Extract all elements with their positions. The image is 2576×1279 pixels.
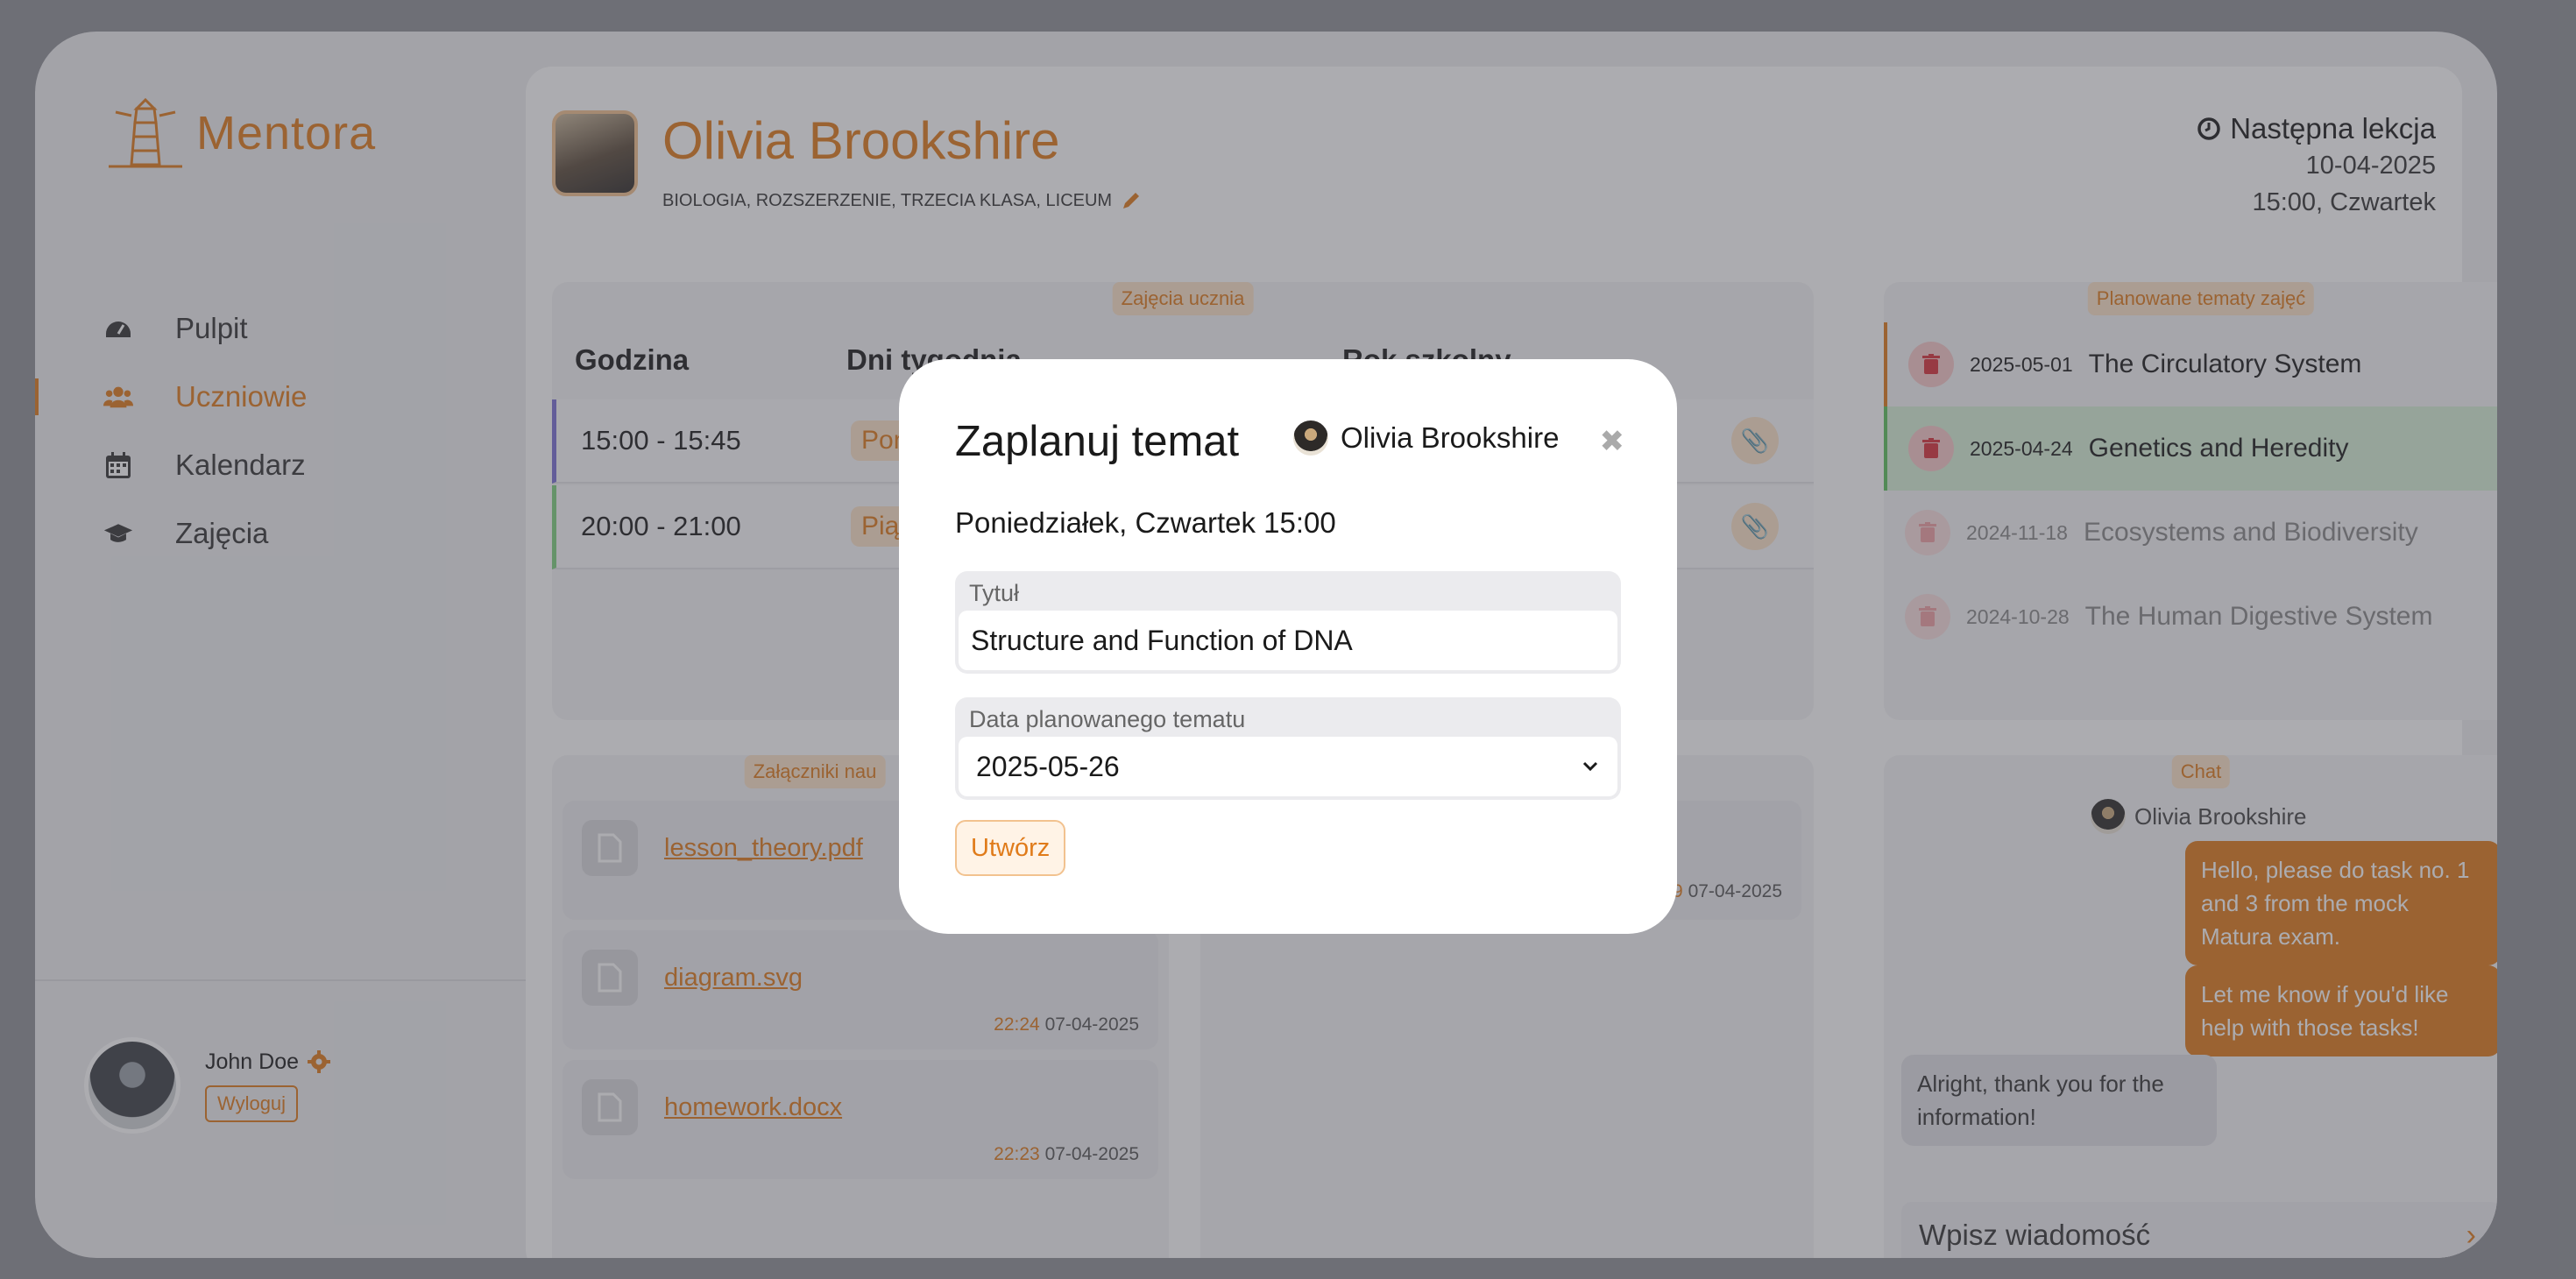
date-field: Data planowanego tematu 2025-05-26 — [955, 697, 1621, 800]
dialog-student: Olivia Brookshire — [1293, 420, 1559, 456]
field-label: Data planowanego tematu — [969, 706, 1246, 732]
date-select-value: 2025-05-26 — [976, 750, 1120, 782]
chevron-down-icon — [1582, 761, 1598, 772]
dialog-student-name: Olivia Brookshire — [1341, 421, 1560, 454]
create-button[interactable]: Utwórz — [955, 820, 1066, 876]
avatar — [1293, 420, 1328, 456]
close-icon[interactable]: ✖ — [1600, 424, 1625, 459]
field-label: Tytuł — [969, 580, 1020, 606]
dialog-schedule: Poniedziałek, Czwartek 15:00 — [955, 506, 1336, 539]
title-input[interactable]: Structure and Function of DNA — [959, 611, 1617, 670]
schedule-topic-dialog: Zaplanuj temat Olivia Brookshire ✖ Ponie… — [899, 359, 1677, 934]
title-field: Tytuł Structure and Function of DNA — [955, 571, 1621, 674]
dialog-title: Zaplanuj temat — [955, 418, 1240, 465]
date-select[interactable]: 2025-05-26 — [959, 737, 1617, 796]
